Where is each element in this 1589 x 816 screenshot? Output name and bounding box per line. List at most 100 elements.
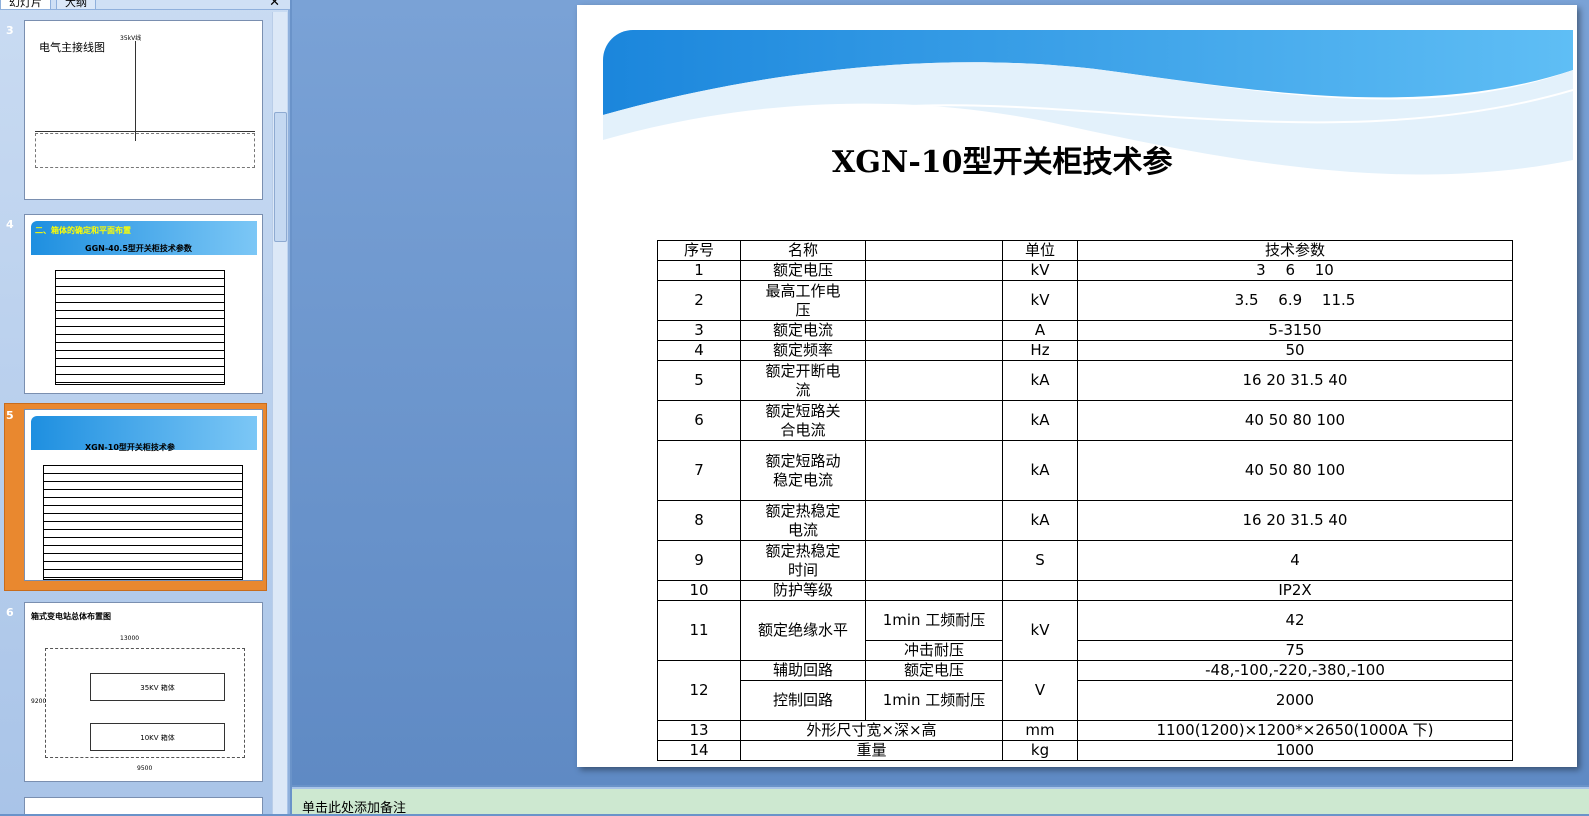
cell: 9 <box>657 540 741 581</box>
table-header: 序号 名称 单位 技术参数 <box>657 240 1513 261</box>
cell: 4 <box>1077 540 1513 581</box>
panel-tabs: 幻灯片 大纲 ✕ <box>0 0 290 10</box>
cell: 14 <box>657 740 741 761</box>
cell: kA <box>1002 400 1078 441</box>
tab-slides[interactable]: 幻灯片 <box>0 0 51 10</box>
thumbnail-slide-7[interactable] <box>0 797 270 814</box>
cell <box>865 440 1003 501</box>
slide-title[interactable]: XGN-10型开关柜技术参 <box>832 137 1173 181</box>
cell <box>865 400 1003 441</box>
cell: 外形尺寸宽×深×高 <box>740 720 1003 741</box>
scrollbar-thumb[interactable] <box>274 112 287 242</box>
slide-number: 3 <box>6 24 14 37</box>
cell: 2 <box>657 280 741 321</box>
table-row: 9 额定热稳定时间 S 4 <box>657 540 1513 581</box>
cell: 12 <box>657 660 741 721</box>
cell <box>865 360 1003 401</box>
cell: 13 <box>657 720 741 741</box>
thumb-label: 13000 <box>120 635 140 642</box>
close-icon[interactable]: ✕ <box>269 0 280 10</box>
cell: 50 <box>1077 340 1513 361</box>
table-row: 控制回路 1min 工频耐压 2000 <box>658 680 1513 721</box>
cell: 控制回路 <box>740 680 866 721</box>
cell: kA <box>1002 360 1078 401</box>
cell: 额定频率 <box>740 340 866 361</box>
thumb-label: 10KV 箱体 <box>90 723 225 751</box>
cell <box>865 540 1003 581</box>
table-row: 14 重量 kg 1000 <box>657 740 1513 761</box>
cell: 辅助回路 <box>740 660 866 681</box>
cell: 冲击耐压 <box>865 640 1003 661</box>
table-row: 6 额定短路关合电流 kA 40 50 80 100 <box>657 400 1513 441</box>
table-row: 7 额定短路动稳定电流 kA 40 50 80 100 <box>657 440 1513 501</box>
cell: 额定电压 <box>740 260 866 281</box>
slide-banner <box>603 30 1573 210</box>
cell: kV <box>1002 600 1078 661</box>
panel-scrollbar[interactable] <box>272 12 287 814</box>
cell: 7 <box>657 440 741 501</box>
thumb-label: 9500 <box>137 765 153 772</box>
cell: 8 <box>657 500 741 541</box>
thumb-sub: 35kV线 <box>120 35 142 42</box>
cell: 1100(1200)×1200*×2650(1000A 下) <box>1077 720 1513 741</box>
cell: kg <box>1002 740 1078 761</box>
table-row: 5 额定开断电流 kA 16 20 31.5 40 <box>657 360 1513 401</box>
cell: 额定开断电流 <box>740 360 866 401</box>
cell <box>865 340 1003 361</box>
notes-pane[interactable]: 单击此处添加备注 <box>292 787 1589 816</box>
cell: 5 <box>657 360 741 401</box>
cell: mm <box>1002 720 1078 741</box>
cell <box>865 260 1003 281</box>
cell <box>865 500 1003 541</box>
thumb-label: 9200 <box>31 698 47 705</box>
thumb-title: 箱式变电站总体布置图 <box>31 612 111 621</box>
table-row: 12 辅助回路 额定电压 V -48,-100,-220,-380,-100 <box>657 660 1513 721</box>
cell <box>1002 580 1078 601</box>
cell: A <box>1002 320 1078 341</box>
cell: 3.5 6.9 11.5 <box>1077 280 1513 321</box>
cell: S <box>1002 540 1078 581</box>
cell <box>865 580 1003 601</box>
header-cell: 名称 <box>740 240 866 261</box>
table-row: 11 额定绝缘水平 1min 工频耐压 kV 42 <box>657 600 1513 661</box>
cell: 4 <box>657 340 741 361</box>
table-row: 2 最高工作电压 kV 3.5 6.9 11.5 <box>657 280 1513 321</box>
table-row: 3 额定电流 A 5-3150 <box>657 320 1513 341</box>
cell: 最高工作电压 <box>740 280 866 321</box>
cell: 额定热稳定电流 <box>740 500 866 541</box>
cell: 重量 <box>740 740 1003 761</box>
cell: 1000 <box>1077 740 1513 761</box>
cell: 1 <box>657 260 741 281</box>
cell: 16 20 31.5 40 <box>1077 500 1513 541</box>
cell: 2000 <box>1077 680 1513 721</box>
cell: Hz <box>1002 340 1078 361</box>
cell: 额定绝缘水平 <box>740 600 866 661</box>
cell: IP2X <box>1077 580 1513 601</box>
tab-outline[interactable]: 大纲 <box>56 0 96 10</box>
slide-canvas[interactable]: XGN-10型开关柜技术参 序号 名称 单位 技术参数 1 额定电压 kV 3 6 1… <box>577 5 1577 767</box>
cell: 额定短路关合电流 <box>740 400 866 441</box>
header-cell: 单位 <box>1002 240 1078 261</box>
cell: -48,-100,-220,-380,-100 <box>1077 660 1513 681</box>
thumb-title: XGN-10型开关柜技术参 <box>85 443 175 452</box>
tech-params-table[interactable]: 序号 名称 单位 技术参数 1 额定电压 kV 3 6 10 2 最高工作电压 kV 3.5 … <box>657 240 1513 761</box>
cell: kV <box>1002 280 1078 321</box>
cell: kA <box>1002 500 1078 541</box>
slide-number: 4 <box>6 218 14 231</box>
table-row: 1 额定电压 kV 3 6 10 <box>657 260 1513 281</box>
cell: 42 <box>1077 600 1513 641</box>
table-row: 13 外形尺寸宽×深×高 mm 1100(1200)×1200*×2650(10… <box>657 720 1513 741</box>
cell: 3 <box>657 320 741 341</box>
cell <box>865 320 1003 341</box>
cell: kV <box>1002 260 1078 281</box>
slides-panel: 幻灯片 大纲 ✕ 3 电气主接线图 35kV线 4 二、箱体的确定和平面布置 G… <box>0 0 290 814</box>
cell: 40 50 80 100 <box>1077 440 1513 501</box>
thumb-title: 二、箱体的确定和平面布置 <box>35 226 131 235</box>
cell: 75 <box>1077 640 1513 661</box>
cell: 6 <box>657 400 741 441</box>
cell: 防护等级 <box>740 580 866 601</box>
cell: 1min 工频耐压 <box>865 600 1003 641</box>
header-cell: 技术参数 <box>1077 240 1513 261</box>
cell: 5-3150 <box>1077 320 1513 341</box>
cell: 10 <box>657 580 741 601</box>
